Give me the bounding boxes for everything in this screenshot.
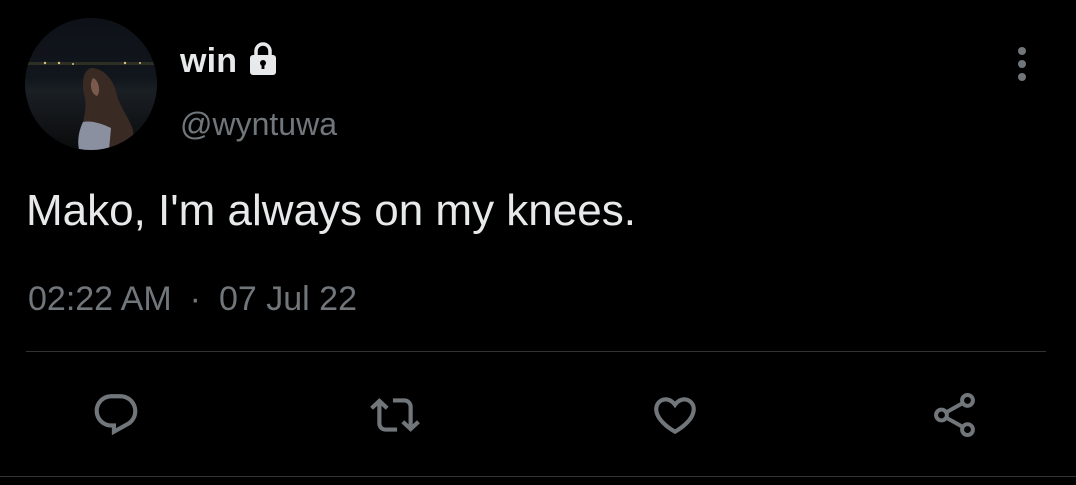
more-vertical-icon — [1018, 47, 1026, 81]
reply-button[interactable] — [89, 388, 143, 442]
divider — [26, 351, 1046, 352]
share-button[interactable] — [928, 388, 982, 442]
like-button[interactable] — [648, 388, 702, 442]
retweet-button[interactable] — [368, 388, 422, 442]
retweet-icon — [370, 398, 420, 432]
reply-icon — [94, 394, 138, 436]
share-icon — [934, 393, 975, 437]
author-name-row: win — [180, 38, 279, 84]
bottom-divider — [0, 476, 1076, 477]
tweet-meta: 02:22 AM · 07 Jul 22 — [28, 280, 357, 319]
tweet-date[interactable]: 07 Jul 22 — [219, 280, 357, 319]
avatar[interactable] — [25, 18, 157, 150]
meta-separator: · — [189, 280, 201, 318]
tweet-time[interactable]: 02:22 AM — [28, 280, 172, 319]
more-button[interactable] — [1004, 44, 1040, 84]
heart-icon — [654, 397, 696, 435]
tweet-card: win @wyntuwa Mako, I'm always on my knee… — [0, 0, 1076, 485]
avatar-photo — [25, 18, 157, 150]
handle[interactable]: @wyntuwa — [180, 106, 337, 143]
display-name[interactable]: win — [180, 42, 237, 81]
tweet-text: Mako, I'm always on my knees. — [26, 186, 636, 235]
lock-icon — [247, 41, 279, 77]
